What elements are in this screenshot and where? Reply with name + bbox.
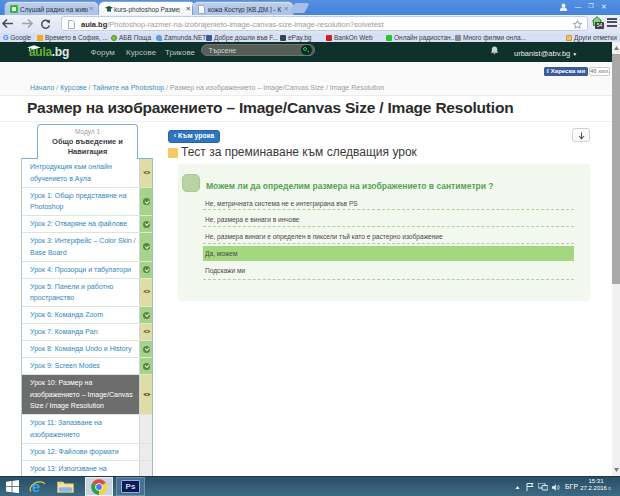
svg-text:e: e (32, 478, 40, 495)
